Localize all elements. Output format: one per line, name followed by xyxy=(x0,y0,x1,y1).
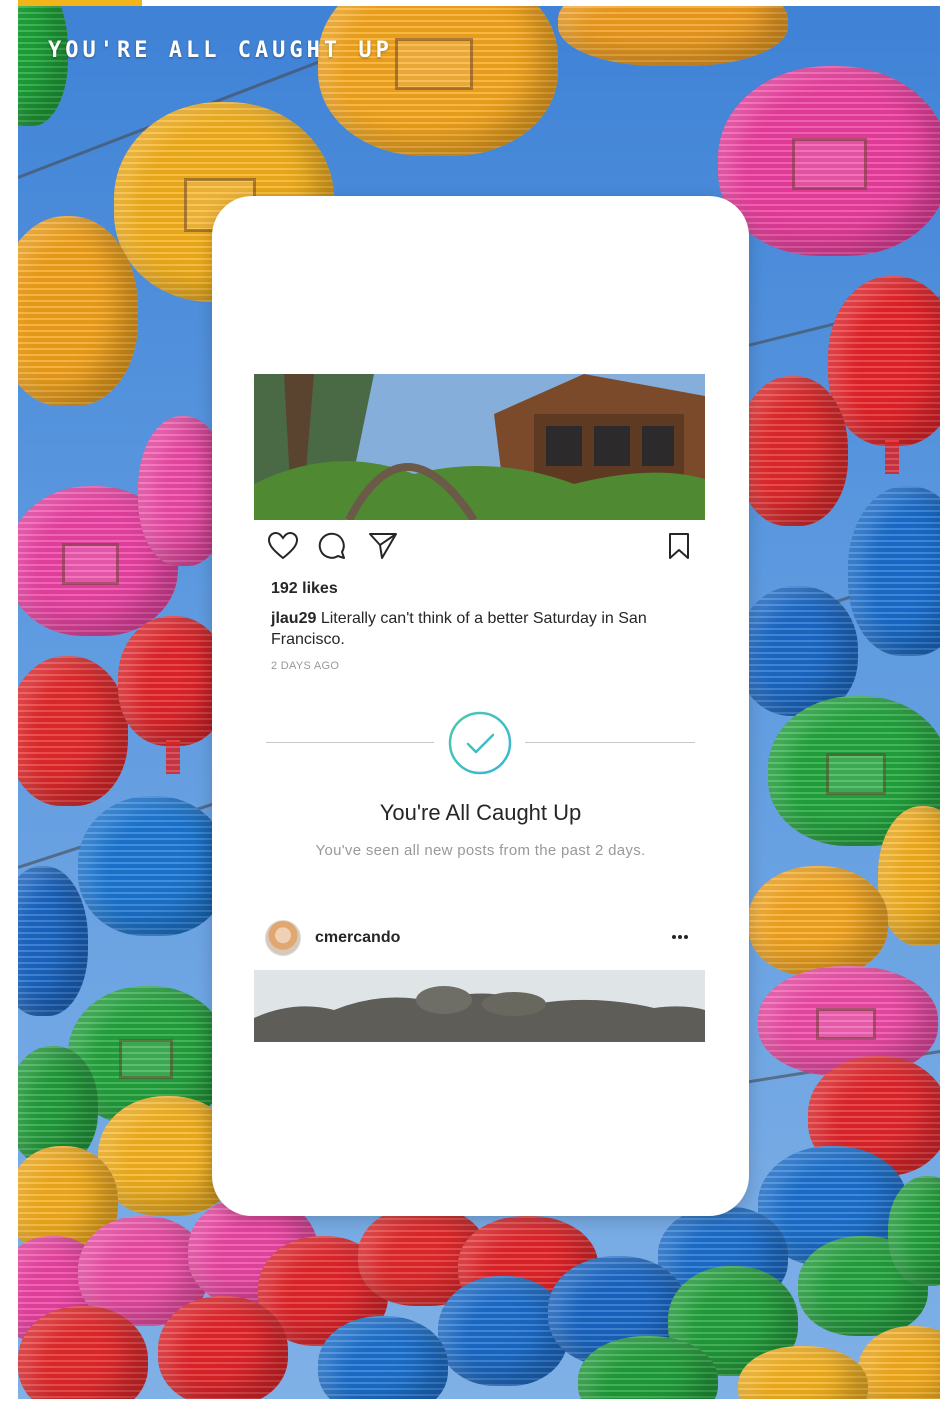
post-actions xyxy=(268,532,694,562)
lantern xyxy=(318,6,558,156)
like-count: 192 likes xyxy=(271,580,338,597)
phone-screen: 192 likes jlau29 Literally can't think o… xyxy=(212,196,749,1216)
check-icon xyxy=(448,711,512,775)
next-post-photo-art xyxy=(254,970,705,1042)
caught-up-subtitle: You've seen all new posts from the past … xyxy=(315,842,646,859)
lantern xyxy=(748,866,888,976)
post-timestamp: 2 DAYS AGO xyxy=(271,660,340,672)
lantern xyxy=(738,376,848,526)
divider-left xyxy=(266,742,434,743)
divider-right xyxy=(525,742,695,743)
caught-up-title: You're All Caught Up xyxy=(379,800,582,825)
banner-title: YOU'RE ALL CAUGHT UP xyxy=(48,38,393,63)
lantern xyxy=(18,1306,148,1399)
post-photo-art xyxy=(254,374,705,520)
lantern xyxy=(18,656,128,806)
lantern xyxy=(438,1276,568,1386)
avatar[interactable] xyxy=(265,920,301,956)
more-icon[interactable] xyxy=(669,929,691,945)
lantern xyxy=(18,216,138,406)
lantern xyxy=(718,66,940,256)
caption-text: Literally can't think of a better Saturd… xyxy=(271,610,647,648)
lantern xyxy=(78,796,228,936)
like-icon[interactable] xyxy=(268,532,298,560)
lantern xyxy=(828,276,940,474)
post-caption: jlau29 Literally can't think of a better… xyxy=(271,608,701,650)
save-icon[interactable] xyxy=(668,532,690,560)
post-photo xyxy=(254,374,705,520)
next-post-photo xyxy=(254,970,705,1042)
lantern xyxy=(848,486,940,656)
lantern xyxy=(158,1296,288,1399)
lantern xyxy=(18,866,88,1016)
caption-username[interactable]: jlau29 xyxy=(271,610,316,627)
comment-icon[interactable] xyxy=(318,532,346,560)
lantern xyxy=(558,6,788,66)
next-post-username[interactable]: cmercando xyxy=(315,929,400,947)
lantern xyxy=(858,1326,940,1399)
lantern xyxy=(18,6,68,126)
lantern xyxy=(318,1316,448,1399)
lantern xyxy=(758,966,938,1076)
share-icon[interactable] xyxy=(368,532,398,560)
